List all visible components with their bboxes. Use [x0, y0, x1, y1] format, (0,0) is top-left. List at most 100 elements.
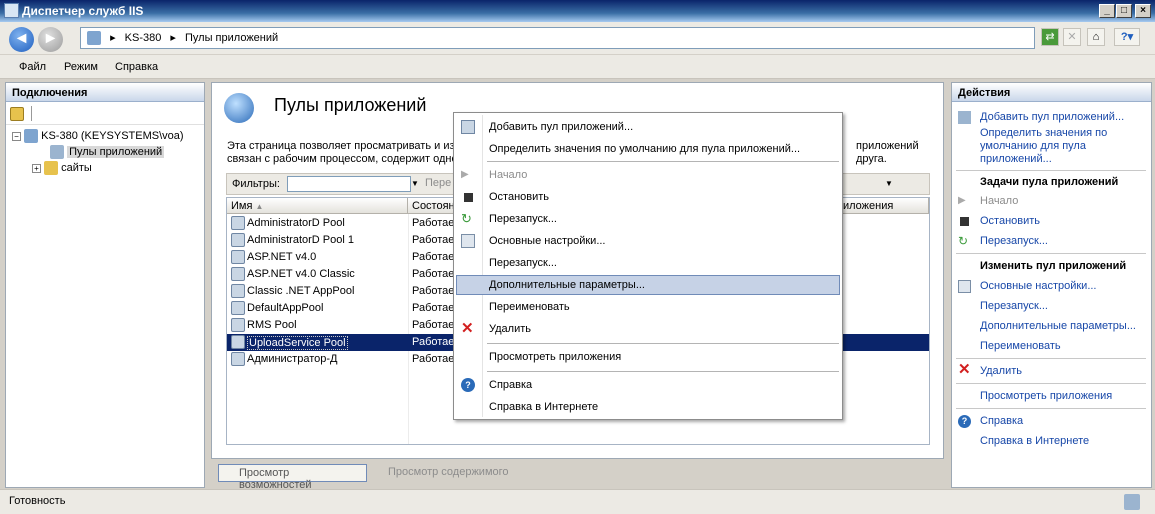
home-icon[interactable]: ⌂ — [1087, 28, 1105, 46]
tree-pools-node[interactable]: Пулы приложений — [50, 145, 165, 159]
help-icon: ? — [461, 378, 475, 392]
menu-item-label: Основные настройки... — [489, 235, 606, 247]
action-add-pool[interactable]: Добавить пул приложений... — [980, 111, 1124, 123]
remove-icon: ✕ — [958, 361, 971, 378]
server-icon — [87, 31, 101, 45]
menu-file[interactable]: Файл — [19, 61, 46, 73]
divider — [956, 408, 1146, 409]
column-header-state[interactable]: Состоян — [408, 198, 456, 214]
help-icon: ? — [958, 415, 971, 428]
divider — [956, 170, 1146, 171]
app-pool-icon — [231, 284, 245, 298]
menu-item-add-pool[interactable]: Добавить пул приложений... — [456, 117, 840, 137]
action-view-apps[interactable]: Просмотреть приложения — [980, 390, 1112, 402]
pool-name-cell: AdministratorD Pool — [247, 217, 345, 229]
tasks-title: Задачи пула приложений — [980, 176, 1119, 188]
action-defaults-1[interactable]: Определить значения по — [980, 127, 1107, 139]
help-icon[interactable]: ?▾ — [1114, 28, 1140, 46]
description-line2: связан с рабочим процессом, содержит одн… — [227, 153, 458, 165]
menu-item-set-defaults[interactable]: Определить значения по умолчанию для пул… — [456, 139, 840, 159]
app-pool-icon — [231, 301, 245, 315]
action-rename[interactable]: Переименовать — [980, 340, 1061, 352]
collapse-icon[interactable]: − — [12, 131, 21, 141]
maximize-button[interactable]: □ — [1116, 4, 1132, 18]
menu-item-recycle-2[interactable]: Перезапуск... — [456, 253, 840, 273]
menu-item-label: Дополнительные параметры... — [489, 279, 645, 291]
title-bar: Диспетчер служб IIS _ □ × — [0, 0, 1155, 22]
connections-pane: Подключения − KS-380 (KEYSYSTEMS\voa) Пу… — [5, 82, 205, 488]
start-icon: ▶ — [461, 169, 469, 180]
app-pool-icon — [50, 145, 64, 159]
filter-dropdown-icon[interactable]: ▼ — [411, 176, 422, 192]
filter-input[interactable] — [287, 176, 411, 192]
group-dropdown-icon[interactable]: ▼ — [885, 176, 896, 192]
menu-item-label: Перезапуск... — [489, 257, 557, 269]
menu-item-label: Переименовать — [489, 301, 570, 313]
pool-name-cell: Администратор-Д — [247, 353, 338, 365]
action-advanced-settings[interactable]: Дополнительные параметры... — [980, 320, 1136, 332]
action-help[interactable]: Справка — [980, 415, 1023, 427]
menu-separator — [487, 371, 839, 372]
menu-view[interactable]: Режим — [64, 61, 98, 73]
column-header-apps[interactable]: иложения — [839, 198, 929, 214]
menu-item-stop[interactable]: Остановить — [456, 187, 840, 207]
connect-icon[interactable] — [10, 107, 24, 121]
toolbar-divider — [31, 106, 32, 121]
tree-sites-node[interactable]: + сайты — [32, 161, 92, 175]
action-basic-settings[interactable]: Основные настройки... — [980, 280, 1096, 292]
column-header-name[interactable]: Имя ▲ — [227, 198, 408, 214]
action-help-online[interactable]: Справка в Интернете — [980, 435, 1089, 447]
menu-item-advanced-settings[interactable]: Дополнительные параметры... — [456, 275, 840, 295]
description-line1: Эта страница позволяет просматривать и и… — [227, 140, 455, 152]
menu-item-label: Перезапуск... — [489, 213, 557, 225]
pool-state-cell: Работае — [412, 285, 455, 297]
breadcrumb-pools[interactable]: Пулы приложений — [185, 28, 278, 48]
network-status-icon — [1124, 494, 1140, 510]
menu-separator — [487, 161, 839, 162]
stop-icon[interactable]: ✕ — [1063, 28, 1081, 46]
minimize-button[interactable]: _ — [1099, 4, 1115, 18]
breadcrumb-server[interactable]: KS-380 — [125, 28, 162, 48]
recycle-icon: ↻ — [461, 211, 472, 226]
menu-item-recycle[interactable]: ↻ Перезапуск... — [456, 209, 840, 229]
app-pool-icon — [231, 267, 245, 281]
back-arrow-icon[interactable]: ◄ — [9, 27, 34, 52]
menu-item-label: Справка — [489, 379, 533, 391]
close-button[interactable]: × — [1135, 4, 1151, 18]
breadcrumb-separator-icon: ▸ — [170, 32, 176, 44]
action-defaults-3[interactable]: приложений... — [980, 153, 1052, 165]
action-remove[interactable]: Удалить — [980, 365, 1022, 377]
pool-state-cell: Работае — [412, 251, 455, 263]
remove-icon: ✕ — [461, 320, 474, 337]
action-defaults-2[interactable]: умолчанию для пула — [980, 140, 1086, 152]
filter-go-button[interactable]: Пере — [425, 177, 451, 189]
tab-features-view[interactable]: Просмотр возможностей — [218, 464, 367, 491]
menu-item-basic-settings[interactable]: Основные настройки... — [456, 231, 840, 251]
menu-help[interactable]: Справка — [115, 61, 158, 73]
menu-item-rename[interactable]: Переименовать — [456, 297, 840, 317]
pool-state-cell: Работае — [412, 353, 455, 365]
address-breadcrumb[interactable]: ▸ KS-380 ▸ Пулы приложений — [80, 27, 1035, 49]
filter-label: Фильтры: — [232, 178, 280, 190]
basic-settings-icon — [958, 280, 971, 293]
start-icon: ▶ — [958, 195, 966, 206]
action-stop[interactable]: Остановить — [980, 215, 1040, 227]
iis-app-icon — [4, 3, 19, 18]
expand-icon[interactable]: + — [32, 163, 41, 173]
menu-item-label: Определить значения по умолчанию для пул… — [489, 143, 801, 155]
forward-arrow-icon[interactable]: ► — [38, 27, 63, 52]
pool-name-cell: ASP.NET v4.0 Classic — [247, 268, 355, 280]
menu-item-help-online[interactable]: Справка в Интернете — [456, 397, 840, 417]
menu-item-label: Просмотреть приложения — [489, 351, 622, 363]
refresh-icon[interactable]: ⇄ — [1041, 28, 1059, 46]
menu-item-view-apps[interactable]: Просмотреть приложения — [456, 347, 840, 367]
divider — [956, 358, 1146, 359]
menu-item-remove[interactable]: ✕ Удалить — [456, 319, 840, 339]
app-pool-icon — [231, 318, 245, 332]
tab-content-view[interactable]: Просмотр содержимого — [372, 464, 522, 482]
menu-item-help[interactable]: ? Справка — [456, 375, 840, 395]
tree-server-node[interactable]: − KS-380 (KEYSYSTEMS\voa) — [12, 129, 184, 143]
app-pool-icon — [461, 120, 475, 134]
action-recycle-2[interactable]: Перезапуск... — [980, 300, 1048, 312]
action-recycle[interactable]: Перезапуск... — [980, 235, 1048, 247]
